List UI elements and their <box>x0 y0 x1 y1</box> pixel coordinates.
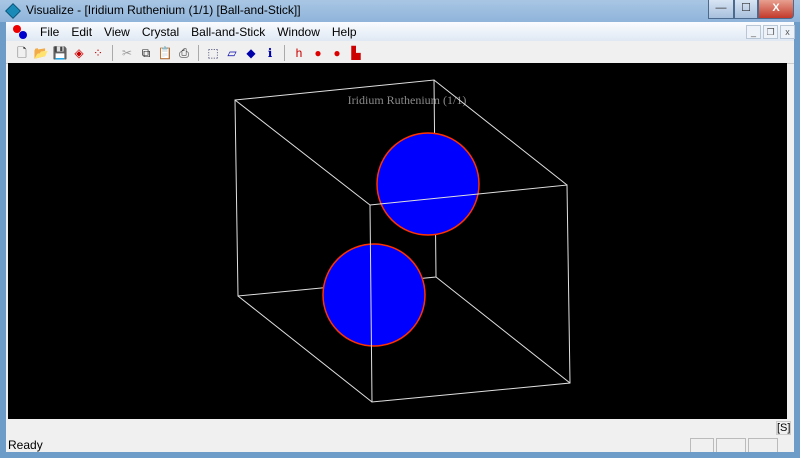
menu-bar: File Edit View Crystal Ball-and-Stick Wi… <box>6 22 795 41</box>
atom-icon[interactable]: ● <box>329 45 345 61</box>
info-icon[interactable]: ℹ <box>262 45 278 61</box>
print-icon[interactable]: ⎙ <box>176 45 192 61</box>
maximize-button[interactable]: ☐ <box>734 0 758 19</box>
plane-icon[interactable]: ▱ <box>224 45 240 61</box>
status-indicator: [S] <box>776 421 792 435</box>
crystal-view[interactable]: Iridium Ruthenium (1/1) <box>8 63 787 419</box>
document-icon[interactable] <box>12 24 28 40</box>
menu-window[interactable]: Window <box>271 25 326 39</box>
title-bar: Visualize - [Iridium Ruthenium (1/1) [Ba… <box>0 0 800 22</box>
menu-edit[interactable]: Edit <box>65 25 98 39</box>
menu-view[interactable]: View <box>98 25 136 39</box>
delete-atoms-icon[interactable]: ⁘ <box>90 45 106 61</box>
cell-icon[interactable]: ⬚ <box>205 45 221 61</box>
status-bar: [S] Ready <box>6 420 794 452</box>
menu-file[interactable]: File <box>34 25 65 39</box>
menu-help[interactable]: Help <box>326 25 363 39</box>
menu-crystal[interactable]: Crystal <box>136 25 185 39</box>
mdi-restore-button[interactable]: ❐ <box>763 25 778 39</box>
menu-ball-and-stick[interactable]: Ball-and-Stick <box>185 25 271 39</box>
histogram-icon[interactable]: ▙ <box>348 45 364 61</box>
window-title: Visualize - [Iridium Ruthenium (1/1) [Ba… <box>26 3 301 17</box>
status-text: Ready <box>8 438 43 452</box>
mdi-close-button[interactable]: x <box>780 25 795 39</box>
toolbar-separator <box>198 44 199 61</box>
delete-crystal-icon[interactable]: ◈ <box>71 45 87 61</box>
cut-icon[interactable]: ✂ <box>119 45 135 61</box>
close-button[interactable]: X <box>758 0 794 19</box>
app-icon <box>5 3 21 19</box>
atom-ruthenium[interactable] <box>322 243 426 347</box>
atom-iridium[interactable] <box>376 132 480 236</box>
3d-viewport[interactable]: Iridium Ruthenium (1/1) <box>8 63 787 419</box>
unit-cell <box>234 79 571 403</box>
paste-icon[interactable]: 📋 <box>157 45 173 61</box>
save-icon[interactable]: 💾 <box>52 45 68 61</box>
status-pane <box>716 438 746 452</box>
hkl-icon[interactable]: h <box>291 45 307 61</box>
center-icon[interactable]: ◆ <box>243 45 259 61</box>
new-icon[interactable]: 🗋 <box>14 45 30 61</box>
mdi-minimize-button[interactable]: _ <box>746 25 761 39</box>
toolbar-separator <box>112 44 113 61</box>
open-icon[interactable]: 📂 <box>33 45 49 61</box>
copy-icon[interactable]: ⧉ <box>138 45 154 61</box>
minimize-button[interactable]: — <box>708 0 734 19</box>
status-pane <box>748 438 778 452</box>
structure-label: Iridium Ruthenium (1/1) <box>348 93 467 107</box>
bond-icon[interactable]: ● <box>310 45 326 61</box>
status-pane <box>690 438 714 452</box>
toolbar: 🗋 📂 💾 ◈ ⁘ ✂ ⧉ 📋 ⎙ ⬚ ▱ ◆ ℹ h ● ● ▙ <box>6 42 794 64</box>
toolbar-separator <box>284 44 285 61</box>
